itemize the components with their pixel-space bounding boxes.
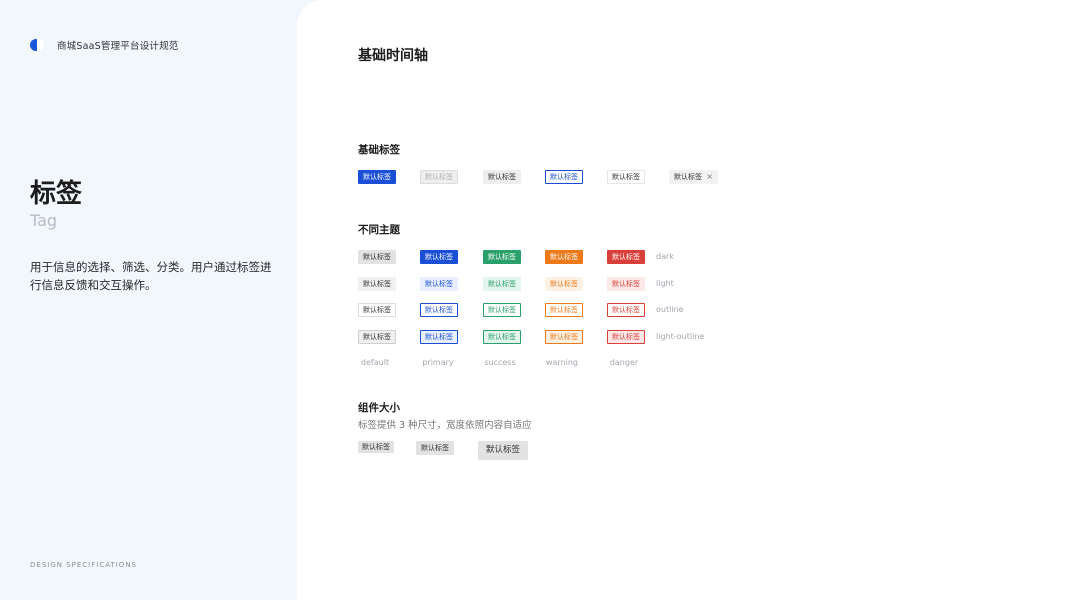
tag-basic-disabled: 默认标签 [420,170,458,184]
section-title-themes: 不同主题 [358,224,400,236]
tag-light-outline-default[interactable]: 默认标签 [358,330,396,344]
tag-outline-warning[interactable]: 默认标签 [545,303,583,317]
row-label-outline: outline [656,305,684,314]
section-title-basic: 基础标签 [358,144,400,156]
tag-size-large[interactable]: 默认标签 [478,441,529,460]
tag-closable-label: 默认标签 [674,173,702,181]
tag-outline-default[interactable]: 默认标签 [358,303,396,317]
brand: 商城SaaS管理平台设计规范 [30,38,179,52]
tag-light-default[interactable]: 默认标签 [358,277,396,291]
tag-light-outline-warning[interactable]: 默认标签 [545,330,583,344]
col-label-warning: warning [545,358,579,367]
page-subtitle: Tag [30,211,58,230]
page-title: 标签 [30,179,83,209]
tag-basic-outline[interactable]: 默认标签 [607,170,645,184]
col-label-success: success [484,358,516,367]
tag-light-success[interactable]: 默认标签 [483,277,521,291]
brand-name: 商城SaaS管理平台设计规范 [57,41,179,52]
tag-dark-success[interactable]: 默认标签 [483,250,521,264]
tag-size-medium[interactable]: 默认标签 [416,441,454,455]
section-title-timeline: 基础时间轴 [358,48,428,64]
section-subtitle-sizes: 标签提供 3 种尺寸，宽度依照内容自适应 [358,420,532,431]
row-label-dark: dark [656,252,674,261]
tag-dark-primary[interactable]: 默认标签 [420,250,458,264]
tag-light-danger[interactable]: 默认标签 [607,277,645,291]
tag-dark-danger[interactable]: 默认标签 [607,250,645,264]
tag-light-outline-danger[interactable]: 默认标签 [607,330,645,344]
page-description: 用于信息的选择、筛选、分类。用户通过标签进行信息反馈和交互操作。 [30,260,272,292]
row-label-light-outline: light-outline [656,332,705,341]
tag-light-outline-primary[interactable]: 默认标签 [420,330,458,344]
tag-outline-danger[interactable]: 默认标签 [607,303,645,317]
brand-logo-icon [30,38,46,52]
tag-basic-closable[interactable]: 默认标签 × [669,170,718,184]
col-label-danger: danger [609,358,639,367]
sidebar: 商城SaaS管理平台设计规范 标签 Tag 用于信息的选择、筛选、分类。用户通过… [0,0,297,600]
tag-dark-default[interactable]: 默认标签 [358,250,396,264]
tag-outline-success[interactable]: 默认标签 [483,303,521,317]
tag-light-primary[interactable]: 默认标签 [420,277,458,291]
section-title-sizes: 组件大小 [358,402,400,414]
main-panel: 基础时间轴 基础标签 默认标签 默认标签 默认标签 默认标签 默认标签 默认标签… [297,0,1067,600]
tag-outline-primary[interactable]: 默认标签 [420,303,458,317]
tag-size-small[interactable]: 默认标签 [358,441,394,453]
tag-light-warning[interactable]: 默认标签 [545,277,583,291]
tag-basic-default[interactable]: 默认标签 [483,170,521,184]
tag-basic-selected[interactable]: 默认标签 [545,170,583,184]
row-label-light: light [656,279,674,288]
close-icon[interactable]: × [706,171,713,183]
col-label-primary: primary [422,358,454,367]
footer-text: DESIGN SPECIFICATIONS [30,561,137,569]
tag-light-outline-success[interactable]: 默认标签 [483,330,521,344]
col-label-default: default [360,358,390,367]
tag-dark-warning[interactable]: 默认标签 [545,250,583,264]
tag-basic-primary[interactable]: 默认标签 [358,170,396,184]
